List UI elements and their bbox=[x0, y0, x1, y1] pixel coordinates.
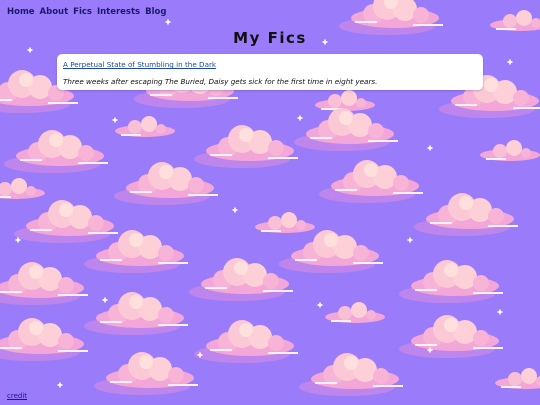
fic-card: A Perpetual State of Stumbling in the Da… bbox=[57, 54, 483, 90]
credit-link[interactable]: credit bbox=[7, 392, 27, 400]
fic-title-link[interactable]: A Perpetual State of Stumbling in the Da… bbox=[63, 60, 477, 69]
nav-link-home[interactable]: Home bbox=[7, 7, 35, 17]
top-nav: Home About Fics Interests Blog bbox=[7, 7, 168, 17]
nav-link-blog[interactable]: Blog bbox=[145, 7, 166, 17]
page-title: My Fics bbox=[233, 29, 307, 47]
nav-link-interests[interactable]: Interests bbox=[97, 7, 140, 17]
fic-summary: Three weeks after escaping The Buried, D… bbox=[63, 77, 378, 86]
nav-link-about[interactable]: About bbox=[40, 7, 69, 17]
nav-link-fics[interactable]: Fics bbox=[73, 7, 92, 17]
